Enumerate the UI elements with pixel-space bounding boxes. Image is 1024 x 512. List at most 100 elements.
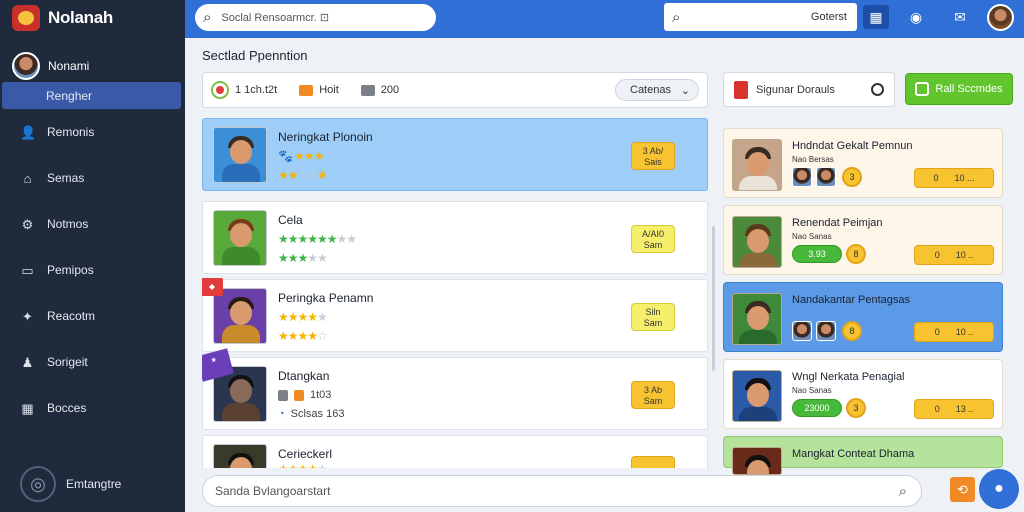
card-title: Mangkat Conteat Dhama xyxy=(792,448,915,460)
radio-toggle[interactable] xyxy=(871,83,884,96)
new-badge: ◆ xyxy=(202,278,223,296)
game-title: Dtangkan xyxy=(278,369,330,383)
value-pill[interactable]: 0 10 .. xyxy=(914,322,994,342)
sidebar-item-label: Semas xyxy=(47,171,85,185)
bell-icon: ✉ xyxy=(954,8,966,25)
share-icon: ⟲ xyxy=(957,481,968,497)
add-button[interactable]: Rall Sccmdes xyxy=(905,73,1013,105)
chevron-down-icon: ⌄ xyxy=(680,84,690,97)
price-button[interactable]: 3 Ab Sam xyxy=(631,381,675,409)
bottom-search-input[interactable] xyxy=(215,484,899,498)
search-icon: ⌕ xyxy=(672,8,681,26)
player-card[interactable]: Nandakantar Pentagsas 8 0 10 .. xyxy=(723,282,1003,352)
mini-avatar xyxy=(816,321,836,341)
sidebar-item-notmos[interactable]: ⚙ Notmos xyxy=(0,201,185,247)
add-button-label: Rall Sccmdes xyxy=(935,83,1003,95)
price-button[interactable] xyxy=(631,456,675,468)
user-icon: 👤 xyxy=(20,124,37,140)
notifications-button[interactable]: ✉ xyxy=(947,5,973,29)
filter-bar: 1 1ch.t2t Hoit 200 Catenas ⌄ xyxy=(202,72,708,108)
sort-label: Catenas xyxy=(630,84,671,96)
messages-button[interactable]: ◉ xyxy=(903,5,929,29)
filter-chip-2[interactable]: Hoit xyxy=(299,84,339,96)
settings-icon: ◎ xyxy=(20,466,56,502)
value-pill[interactable]: 0 10 ... xyxy=(914,168,994,188)
player-card[interactable]: Mangkat Conteat Dhama xyxy=(723,436,1003,475)
sort-dropdown[interactable]: Catenas ⌄ xyxy=(615,79,699,101)
game-title: Cela xyxy=(278,213,303,227)
comment-icon xyxy=(299,84,314,96)
game-row[interactable]: ◆ Peringka Penamn ★★★★★ ★★★★☆ Siln Sam xyxy=(202,278,708,352)
card-title: Hndndat Gekalt Pemnun xyxy=(792,140,913,152)
sidebar: Nolanah Nonami Rengher 👤 Remonis ⌂ Semas… xyxy=(0,0,185,512)
rating-stars: ★★★★☆ xyxy=(278,329,328,343)
coin-badge: 8 xyxy=(846,244,866,264)
sidebar-item-pemipos[interactable]: ▭ Pemipos xyxy=(0,247,185,293)
user-avatar[interactable] xyxy=(987,4,1014,31)
sidebar-item-reacotm[interactable]: ✦ Reacotm xyxy=(0,293,185,339)
right-filter[interactable]: Sigunar Dorauls xyxy=(723,72,895,107)
target-icon xyxy=(211,81,229,99)
gear-icon: ⚙ xyxy=(21,216,34,232)
card-subtitle: Nao Sanas xyxy=(792,386,832,395)
sidebar-item-remonis[interactable]: 👤 Remonis xyxy=(0,109,185,155)
person-icon: ♟ xyxy=(21,354,34,370)
value-pill[interactable]: 0 10 .. xyxy=(914,245,994,265)
bottom-search[interactable]: ⌕ xyxy=(202,475,922,507)
profile-name: Nonami xyxy=(48,59,90,73)
price-button[interactable]: Siln Sam xyxy=(631,303,675,331)
profile[interactable]: Nonami xyxy=(0,50,185,82)
card-subtitle: Nao Sanas xyxy=(792,232,832,241)
brand[interactable]: Nolanah xyxy=(0,0,185,36)
price-button[interactable]: A/AI0 Sam xyxy=(631,225,675,253)
grid-icon: ▦ xyxy=(869,8,883,25)
search-input[interactable] xyxy=(221,11,402,24)
settings-label: Emtangtre xyxy=(66,477,122,491)
card-subtitle: Nao Bersas xyxy=(792,155,834,164)
profile-fab-button[interactable]: ● xyxy=(979,469,1019,509)
game-list: Neringkat Plonoin 🐾 ★★★ ★★☆☆★ 3 Ab/Sais … xyxy=(202,118,708,468)
player-thumbnail xyxy=(732,139,782,191)
tag-icon xyxy=(278,389,288,401)
value-pill[interactable]: 0 13 .. xyxy=(914,399,994,419)
game-title: Peringka Penamn xyxy=(278,291,374,305)
grid-icon: ▦ xyxy=(21,400,34,416)
price-button[interactable]: 3 Ab/Sais xyxy=(631,142,675,170)
rating-stars: ★★★★★ xyxy=(278,310,328,324)
card-title: Nandakantar Pentagsas xyxy=(792,294,911,306)
game-meta: 1t03 xyxy=(278,389,331,401)
chat-icon: ◉ xyxy=(909,8,923,25)
top-search[interactable]: ⌕ xyxy=(195,4,436,31)
settings-button[interactable]: ◎ Emtangtre xyxy=(20,466,121,502)
app-title: Nolanah xyxy=(48,8,113,27)
top-field-value: Goterst xyxy=(810,11,847,23)
rating-stars: ★★★★★★★★ xyxy=(278,232,357,246)
game-row[interactable]: Neringkat Plonoin 🐾 ★★★ ★★☆☆★ 3 Ab/Sais xyxy=(202,118,708,191)
player-thumbnail xyxy=(732,216,782,268)
share-button[interactable]: ⟲ xyxy=(950,477,975,502)
game-row[interactable]: Cerieckerl ★★★★★ xyxy=(202,435,708,468)
top-field[interactable]: ⌕ Goterst xyxy=(664,3,857,31)
monitor-icon: ▭ xyxy=(21,262,34,278)
filter-chip-label: 1 1ch.t2t xyxy=(235,84,278,96)
sidebar-item-rengher[interactable]: Rengher xyxy=(2,82,181,109)
coin-badge: 3 xyxy=(842,167,862,187)
player-card[interactable]: Wngl Nerkata Penagial Nao Sanas 23000 3 … xyxy=(723,359,1003,429)
filter-chip-1[interactable]: 1 1ch.t2t xyxy=(211,81,277,99)
filter-chip-label: Hoit xyxy=(319,84,339,96)
sidebar-nav: Rengher 👤 Remonis ⌂ Semas ⚙ Notmos ▭ Pem… xyxy=(0,82,185,431)
card-title: Renendat Peimjan xyxy=(792,217,883,229)
sidebar-item-label: Reacotm xyxy=(47,309,96,323)
sidebar-item-semas[interactable]: ⌂ Semas xyxy=(0,155,185,201)
grid-button[interactable]: ▦ xyxy=(863,5,889,29)
player-card[interactable]: Renendat Peimjan Nao Sanas 3.93 8 0 10 .. xyxy=(723,205,1003,275)
coin-badge: 3 xyxy=(846,398,866,418)
score-pill: 23000 xyxy=(792,399,842,417)
game-row[interactable]: Cela ★★★★★★★★ ★★★★★ A/AI0 Sam xyxy=(202,201,708,274)
filter-chip-3[interactable]: 200 xyxy=(360,84,399,96)
scrollbar[interactable] xyxy=(712,226,715,371)
sidebar-item-sorigeit[interactable]: ♟ Sorigeit xyxy=(0,339,185,385)
sidebar-item-bocces[interactable]: ▦ Bocces xyxy=(0,385,185,431)
player-card[interactable]: Hndndat Gekalt Pemnun Nao Bersas 3 0 10 .… xyxy=(723,128,1003,198)
game-row[interactable]: ★ Dtangkan 1t03 ◔ Sclsas 163 3 Ab Sam xyxy=(202,348,708,430)
